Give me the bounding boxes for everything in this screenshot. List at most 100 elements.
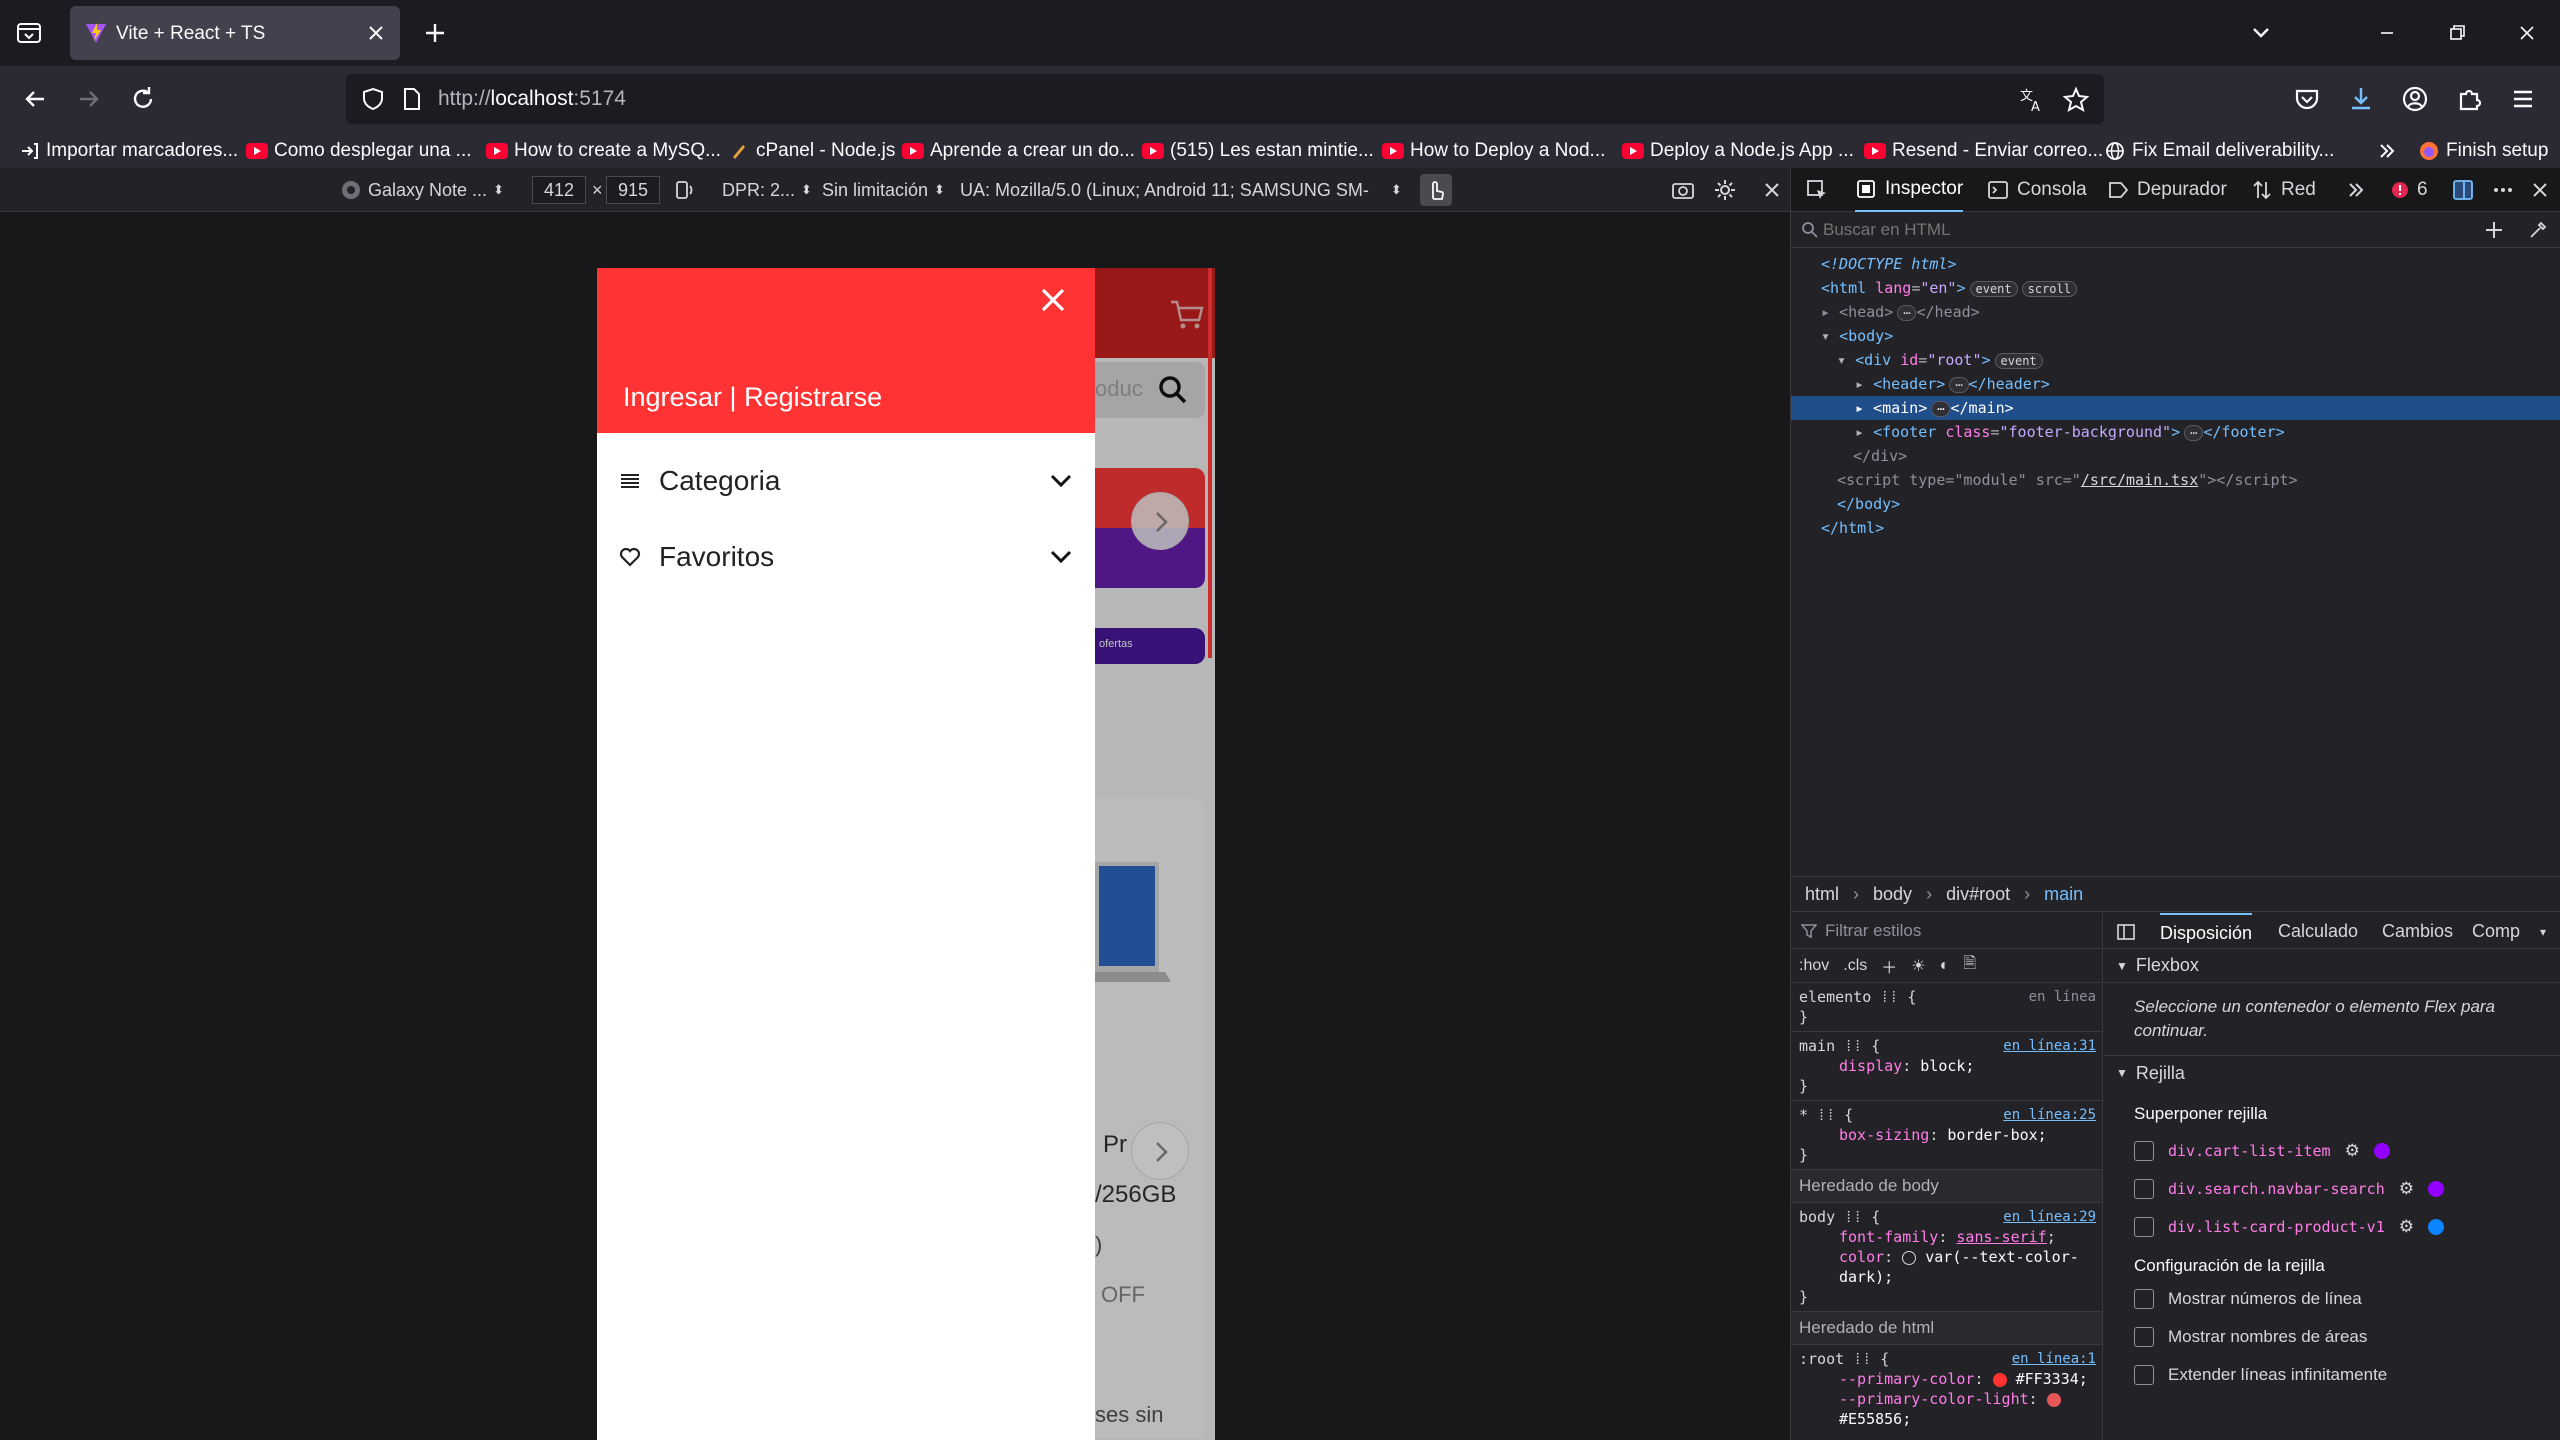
tab-debugger[interactable]: Depurador [2107,168,2227,212]
bookmark-item[interactable]: Aprende a crear un do... [902,138,1135,164]
chevron-down-icon[interactable] [1049,469,1073,493]
print-media-icon[interactable]: 🗎 [1963,952,1976,979]
shield-icon[interactable] [360,86,386,112]
rule-element[interactable]: elemento ⁞⁞ {en línea} [1791,983,2102,1032]
rule-universal[interactable]: * ⁞⁞ {en línea:25 box-sizing: border-box… [1791,1101,2102,1170]
breadcrumb-item[interactable]: html [1805,884,1839,905]
div-close-node[interactable]: </div> [1791,444,2560,468]
address-bar[interactable]: http://localhost:5174 文A [346,74,2104,124]
dark-mode-icon[interactable]: ◐ [1940,957,1950,975]
bookmark-item[interactable]: Fix Email deliverability... [2104,138,2334,164]
url-text[interactable]: http://localhost:5174 [438,87,626,111]
tabs-overflow-icon[interactable]: ▾ [2540,925,2546,939]
touch-simulation-icon[interactable] [1420,174,1452,206]
more-options-icon[interactable] [2491,168,2515,212]
restore-icon[interactable] [2442,18,2472,48]
tab-layout[interactable]: Disposición [2160,913,2253,944]
header-node[interactable]: ▸ <header> ⋯ </header> [1791,372,2560,396]
target-icon[interactable]: ⚙ [2399,1217,2414,1237]
light-mode-icon[interactable]: ☀ [1911,956,1925,976]
screenshot-icon[interactable] [1670,176,1696,204]
user-agent-input[interactable]: UA: Mozilla/5.0 (Linux; Android 11; SAMS… [960,176,1402,204]
new-tab-icon[interactable] [420,18,450,48]
hov-toggle[interactable]: :hov [1799,957,1829,975]
close-devtools-icon[interactable] [2529,168,2551,212]
element-picker-icon[interactable] [1805,168,1829,212]
grid-option[interactable]: Extender líneas infinitamente [2104,1356,2560,1394]
grid-section-header[interactable]: ▼ Rejilla [2104,1056,2560,1090]
breadcrumb-item[interactable]: div#root [1946,884,2010,905]
bookmarks-overflow-icon[interactable] [2376,138,2398,164]
app-menu-icon[interactable] [2506,82,2540,116]
color-swatch[interactable] [1902,1250,1917,1265]
login-register-link[interactable]: Ingresar | Registrarse [623,382,882,413]
tab-list-icon[interactable] [14,18,44,48]
checkbox[interactable] [2134,1327,2154,1347]
page-info-icon[interactable] [398,86,424,112]
bookmark-item[interactable]: Finish setup [2418,138,2548,164]
more-tabs-chevron-icon[interactable] [2345,168,2367,212]
pocket-icon[interactable] [2290,82,2324,116]
grid-color-swatch[interactable] [2428,1181,2444,1197]
grid-overlay-item[interactable]: div.search.navbar-search ⚙ [2104,1170,2560,1208]
rule-root[interactable]: :root ⁞⁞ {en línea:1 --primary-color: #F… [1791,1345,2102,1433]
breadcrumb-item[interactable]: body [1873,884,1912,905]
target-icon[interactable]: ⚙ [2399,1179,2414,1199]
bookmark-item[interactable]: How to Deploy a Nod... [1382,138,1605,164]
bookmark-item[interactable]: Resend - Enviar correo... [1864,138,2103,164]
settings-gear-icon[interactable] [1712,176,1738,204]
grid-color-swatch[interactable] [2373,1143,2390,1159]
grid-option[interactable]: Mostrar números de línea [2104,1280,2560,1318]
html-node[interactable]: <html lang="en"> event scroll [1791,276,2560,300]
reload-icon[interactable] [126,82,160,116]
root-div-node[interactable]: ▾ <div id="root"> event [1791,348,2560,372]
close-rdm-icon[interactable] [1760,176,1784,204]
account-icon[interactable] [2398,82,2432,116]
bookmark-item[interactable]: Deploy a Node.js App ... [1622,138,1854,164]
head-node[interactable]: ▸ <head> ⋯ </head> [1791,300,2560,324]
checkbox[interactable] [2134,1179,2154,1199]
device-selector[interactable]: Galaxy Note ... ⬍ [340,176,504,204]
color-swatch[interactable] [1992,1372,2007,1387]
grid-color-swatch[interactable] [2428,1219,2444,1235]
menu-item-favoritos[interactable]: Favoritos [619,537,1073,577]
grid-overlay-item[interactable]: div.list-card-product-v1 ⚙ [2104,1208,2560,1246]
body-node[interactable]: ▾ <body> [1791,324,2560,348]
tab-compatibility[interactable]: Comp [2472,921,2520,942]
viewport-width-input[interactable]: 412 [532,176,586,204]
back-arrow-icon[interactable] [18,82,52,116]
dock-side-icon[interactable] [2451,168,2475,212]
grid-overlay-item[interactable]: div.cart-list-item ⚙ [2104,1132,2560,1170]
tab-changes[interactable]: Cambios [2382,921,2453,942]
close-tab-icon[interactable] [364,21,388,45]
rule-main[interactable]: main ⁞⁞ {en línea:31 display: block;} [1791,1032,2102,1101]
body-close-node[interactable]: </body> [1791,492,2560,516]
close-drawer-icon[interactable] [1039,286,1067,314]
checkbox[interactable] [2134,1365,2154,1385]
browser-tab[interactable]: Vite + React + TS [70,6,400,60]
target-icon[interactable]: ⚙ [2345,1141,2360,1161]
toggle-sidebar-icon[interactable] [2116,922,2136,942]
bookmark-item[interactable]: Importar marcadores... [18,138,238,164]
tab-overflow-chevron-icon[interactable] [2246,18,2276,48]
bookmark-item[interactable]: cPanel - Node.js [728,138,895,164]
chevron-down-icon[interactable] [1049,545,1073,569]
bookmark-item[interactable]: (515) Les estan mintie... [1142,138,1374,164]
tab-inspector[interactable]: Inspector [1855,168,1964,212]
footer-node[interactable]: ▸ <footer class="footer-background"> ⋯ </f… [1791,420,2560,444]
bookmark-item[interactable]: Como desplegar una ... [246,138,472,164]
viewport-height-input[interactable]: 915 [606,176,660,204]
flexbox-section-header[interactable]: ▼ Flexbox [2104,949,2560,983]
checkbox[interactable] [2134,1289,2154,1309]
bookmark-star-icon[interactable] [2062,86,2090,114]
tab-network[interactable]: Red [2251,168,2316,212]
forward-arrow-icon[interactable] [72,82,106,116]
add-rule-icon[interactable]: ＋ [1881,954,1897,978]
breadcrumb-item-current[interactable]: main [2044,884,2083,905]
error-count-badge[interactable]: 6 [2391,168,2428,212]
tab-computed[interactable]: Calculado [2278,921,2358,942]
menu-item-categoria[interactable]: Categoria [619,461,1073,501]
script-node[interactable]: <script type="module" src="/src/main.tsx… [1791,468,2560,492]
color-swatch[interactable] [2046,1392,2061,1407]
eyedropper-icon[interactable] [2527,219,2549,241]
